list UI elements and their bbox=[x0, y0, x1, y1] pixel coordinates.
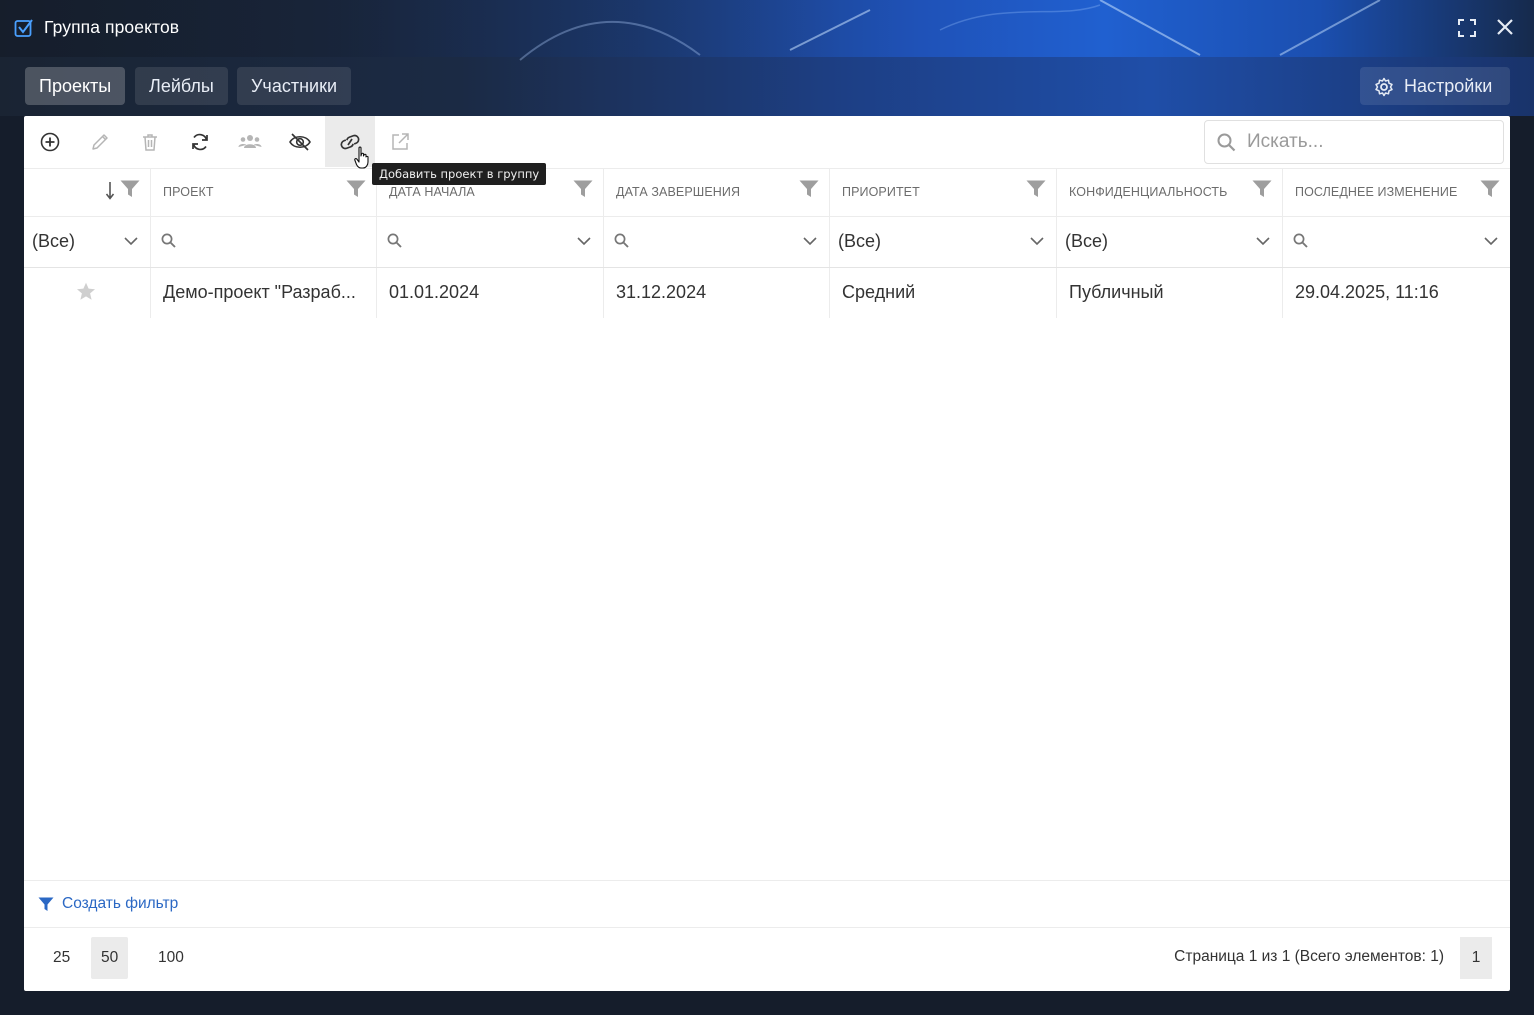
grid-filter-row: (Все) (Все) (Все) bbox=[24, 217, 1510, 268]
eye-off-icon bbox=[289, 132, 311, 151]
open-external-button[interactable] bbox=[375, 116, 425, 167]
project-name[interactable]: Демо-проект "Разраб... bbox=[163, 282, 369, 303]
column-header-project[interactable]: Проект bbox=[151, 168, 377, 216]
chevron-down-icon[interactable] bbox=[803, 237, 817, 246]
start-date-cell: 01.01.2024 bbox=[377, 268, 604, 318]
fullscreen-icon[interactable] bbox=[1458, 19, 1476, 37]
grid-header-row: Проект Дата начала Дата завершения Приор… bbox=[24, 168, 1510, 217]
create-filter-link[interactable]: Создать фильтр bbox=[62, 895, 178, 913]
privacy: Публичный bbox=[1069, 282, 1164, 302]
settings-button[interactable]: Настройки bbox=[1360, 67, 1510, 105]
filter-builder-bar: Создать фильтр bbox=[24, 880, 1510, 928]
projects-grid-panel: Добавить проект в группу Проект Дата нач… bbox=[24, 116, 1510, 991]
page-size-100[interactable]: 100 bbox=[148, 937, 194, 979]
tab-projects[interactable]: Проекты bbox=[25, 67, 126, 105]
pager: 25 50 100 Страница 1 из 1 (Всего элемент… bbox=[24, 927, 1510, 991]
pencil-icon bbox=[92, 133, 108, 150]
chevron-down-icon[interactable] bbox=[124, 237, 138, 246]
hide-button[interactable] bbox=[275, 116, 325, 167]
column-label: Последнее изменение bbox=[1295, 185, 1458, 199]
page-size-25[interactable]: 25 bbox=[43, 937, 80, 979]
column-label: Дата начала bbox=[389, 185, 475, 199]
sort-desc-icon[interactable] bbox=[105, 181, 115, 201]
end-date: 31.12.2024 bbox=[616, 282, 707, 302]
chevron-down-icon[interactable] bbox=[1256, 237, 1270, 246]
members-button[interactable] bbox=[225, 116, 275, 167]
toolbar bbox=[24, 116, 1510, 169]
column-header-privacy[interactable]: Конфиденциальность bbox=[1057, 168, 1283, 216]
search-input[interactable] bbox=[1245, 127, 1499, 157]
external-link-icon bbox=[392, 132, 409, 150]
refresh-icon bbox=[192, 133, 208, 150]
chevron-down-icon[interactable] bbox=[1484, 237, 1498, 246]
app-logo-icon bbox=[14, 19, 33, 37]
priority: Средний bbox=[842, 282, 916, 302]
modified: 29.04.2025, 11:16 bbox=[1295, 282, 1439, 302]
start-date: 01.01.2024 bbox=[389, 282, 480, 302]
privacy-cell: Публичный bbox=[1057, 268, 1283, 318]
filter-priority-select[interactable]: (Все) bbox=[830, 217, 1057, 267]
edit-button[interactable] bbox=[75, 116, 125, 167]
modified-cell: 29.04.2025, 11:16 bbox=[1283, 268, 1510, 318]
search-icon bbox=[1293, 233, 1308, 248]
refresh-button[interactable] bbox=[175, 116, 225, 167]
column-header-end-date[interactable]: Дата завершения bbox=[604, 168, 830, 216]
settings-label: Настройки bbox=[1404, 76, 1493, 96]
close-icon[interactable] bbox=[1496, 18, 1514, 36]
filter-favorite-select[interactable]: (Все) bbox=[24, 217, 151, 267]
window-title: Группа проектов bbox=[44, 17, 180, 37]
filter-icon[interactable] bbox=[1480, 180, 1500, 198]
filter-icon[interactable] bbox=[1252, 180, 1272, 198]
column-label: Дата завершения bbox=[616, 185, 741, 199]
filter-project-input[interactable] bbox=[151, 217, 377, 267]
gear-icon bbox=[1375, 77, 1393, 97]
filter-end-date-input[interactable] bbox=[604, 217, 830, 267]
trash-icon bbox=[143, 133, 157, 151]
search-icon bbox=[614, 233, 629, 248]
chevron-down-icon[interactable] bbox=[577, 237, 591, 246]
filter-icon[interactable] bbox=[120, 180, 140, 198]
table-row[interactable]: Демо-проект "Разраб... 01.01.2024 31.12.… bbox=[24, 268, 1510, 318]
tooltip-add-project: Добавить проект в группу bbox=[372, 163, 547, 185]
tab-members[interactable]: Участники bbox=[237, 67, 351, 105]
filter-privacy-select[interactable]: (Все) bbox=[1057, 217, 1283, 267]
header-decoration bbox=[519, 0, 1381, 61]
tab-labels[interactable]: Лейблы bbox=[135, 67, 228, 105]
favorite-cell bbox=[24, 268, 151, 318]
filter-value: (Все) bbox=[1065, 231, 1109, 251]
column-header-favorite[interactable] bbox=[24, 168, 151, 216]
star-icon[interactable] bbox=[76, 282, 96, 301]
filter-modified-input[interactable] bbox=[1283, 217, 1510, 267]
hand-cursor-icon bbox=[354, 146, 369, 169]
project-cell: Демо-проект "Разраб... bbox=[151, 268, 377, 318]
priority-cell: Средний bbox=[830, 268, 1057, 318]
column-header-modified[interactable]: Последнее изменение bbox=[1283, 168, 1510, 216]
delete-button[interactable] bbox=[125, 116, 175, 167]
column-label: Проект bbox=[163, 185, 214, 199]
users-icon bbox=[238, 134, 262, 148]
filter-icon[interactable] bbox=[573, 180, 593, 198]
page-info: Страница 1 из 1 (Всего элементов: 1) bbox=[1174, 948, 1444, 965]
filter-icon bbox=[38, 897, 54, 911]
add-circle-icon bbox=[40, 132, 60, 151]
search-icon bbox=[161, 233, 176, 248]
filter-value: (Все) bbox=[32, 231, 76, 251]
search-field[interactable] bbox=[1204, 120, 1504, 164]
search-icon bbox=[387, 233, 402, 248]
column-label: Приоритет bbox=[842, 185, 920, 199]
filter-icon[interactable] bbox=[346, 180, 366, 198]
filter-start-date-input[interactable] bbox=[377, 217, 604, 267]
add-button[interactable] bbox=[25, 116, 75, 167]
page-button-1[interactable]: 1 bbox=[1460, 937, 1492, 979]
chevron-down-icon[interactable] bbox=[1030, 237, 1044, 246]
page-size-50[interactable]: 50 bbox=[91, 937, 129, 979]
filter-icon[interactable] bbox=[799, 180, 819, 198]
filter-icon[interactable] bbox=[1026, 180, 1046, 198]
column-label: Конфиденциальность bbox=[1069, 185, 1228, 199]
end-date-cell: 31.12.2024 bbox=[604, 268, 830, 318]
column-header-priority[interactable]: Приоритет bbox=[830, 168, 1057, 216]
window-header bbox=[0, 0, 1534, 116]
filter-value: (Все) bbox=[838, 231, 882, 251]
search-icon bbox=[1217, 133, 1236, 152]
